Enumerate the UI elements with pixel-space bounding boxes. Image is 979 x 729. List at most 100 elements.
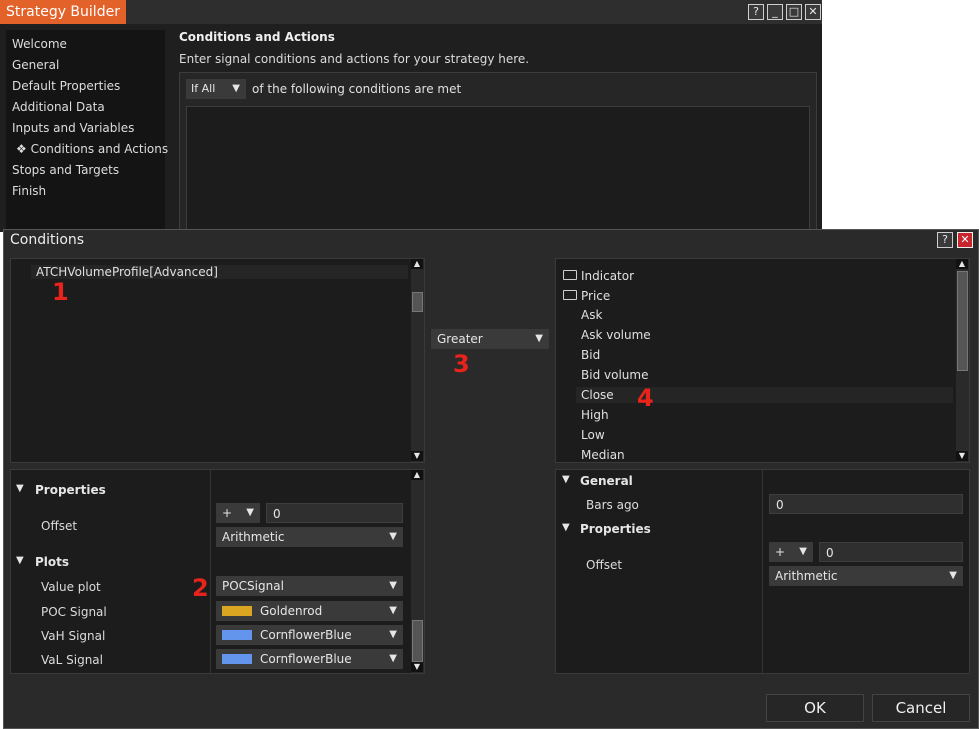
chevron-down-icon: ▼ (535, 333, 543, 344)
right-offset-mode-select[interactable]: Arithmetic ▼ (769, 566, 963, 586)
tree-item-high[interactable]: High (581, 408, 609, 422)
right-pane-scroll-thumb[interactable] (957, 271, 968, 371)
collapse-triangle-icon[interactable]: ▼ (16, 555, 24, 566)
vah-color-value: CornflowerBlue (260, 628, 352, 642)
if-all-caption: of the following conditions are met (252, 82, 462, 96)
general-group-label: General (580, 474, 633, 488)
operator-value: Greater (437, 332, 483, 346)
ok-button[interactable]: OK (766, 694, 864, 722)
nav-finish[interactable]: Finish (6, 181, 165, 202)
collapse-triangle-icon[interactable]: ▼ (16, 483, 24, 494)
if-all-select[interactable]: If All ▼ (186, 79, 246, 99)
right-offset-sign-select[interactable]: + ▼ (769, 542, 813, 562)
nav-default-properties[interactable]: Default Properties (6, 76, 165, 97)
tree-item-median[interactable]: Median (581, 448, 625, 462)
section-heading: Conditions and Actions (179, 30, 335, 44)
close-button[interactable]: ✕ (805, 4, 821, 20)
tree-item-bid-volume[interactable]: Bid volume (581, 368, 648, 382)
right-value-pane (555, 258, 970, 463)
left-pane-scroll-thumb[interactable] (412, 292, 423, 312)
nav-inputs-and-variables[interactable]: Inputs and Variables (6, 118, 165, 139)
offset-sign-select[interactable]: + ▼ (216, 503, 260, 523)
property-grid-divider (762, 470, 763, 673)
tree-item-bid[interactable]: Bid (581, 348, 600, 362)
nav-stops-and-targets[interactable]: Stops and Targets (6, 160, 165, 181)
selected-row-highlight (576, 387, 953, 403)
dialog-title: Conditions (10, 232, 85, 248)
collapse-triangle-icon[interactable]: ▼ (562, 474, 570, 485)
annotation-3: 3 (453, 350, 470, 378)
folder-open-icon (563, 290, 577, 300)
cancel-button[interactable]: Cancel (872, 694, 970, 722)
collapse-triangle-icon[interactable]: ▼ (562, 522, 570, 533)
annotation-4: 4 (637, 384, 654, 412)
val-color-value: CornflowerBlue (260, 652, 352, 666)
tree-folder-indicator[interactable]: Indicator (581, 269, 634, 283)
value-plot-label: Value plot (41, 580, 101, 594)
properties-group-label: Properties (35, 483, 106, 497)
conditions-list-area (186, 106, 810, 232)
tree-item-ask[interactable]: Ask (581, 308, 602, 322)
scroll-up-icon[interactable]: ▲ (411, 259, 423, 269)
operator-select[interactable]: Greater ▼ (431, 329, 549, 349)
dialog-help-button[interactable]: ? (937, 232, 953, 248)
chevron-down-icon: ▼ (232, 83, 240, 94)
tree-folder-price[interactable]: Price (581, 289, 610, 303)
annotation-1: 1 (52, 278, 69, 306)
poc-signal-label: POC Signal (41, 605, 107, 619)
help-button[interactable]: ? (748, 4, 764, 20)
vah-signal-label: VaH Signal (41, 629, 106, 643)
chevron-down-icon: ▼ (799, 546, 807, 557)
folder-icon (563, 270, 577, 280)
value-plot-value: POCSignal (222, 579, 284, 593)
bars-ago-input[interactable]: 0 (769, 494, 963, 514)
wizard-nav: Welcome General Default Properties Addit… (6, 30, 168, 232)
left-props-scroll-thumb[interactable] (412, 620, 423, 662)
maximize-button[interactable]: □ (786, 4, 802, 20)
scroll-up-icon[interactable]: ▲ (411, 470, 423, 480)
offset-mode-value: Arithmetic (222, 530, 285, 544)
offset-label: Offset (41, 519, 78, 533)
val-color-select[interactable]: CornflowerBlue ▼ (216, 649, 403, 669)
cornflowerblue-swatch (222, 630, 252, 640)
poc-color-select[interactable]: Goldenrod ▼ (216, 601, 403, 621)
chevron-down-icon: ▼ (389, 629, 397, 640)
scroll-up-icon[interactable]: ▲ (956, 259, 968, 269)
tree-item-close[interactable]: Close (581, 388, 614, 402)
goldenrod-swatch (222, 606, 252, 616)
minimize-button[interactable]: _ (767, 4, 783, 20)
chevron-down-icon: ▼ (389, 531, 397, 542)
left-indicator-item[interactable]: ATCHVolumeProfile[Advanced] (36, 265, 218, 279)
scroll-down-icon[interactable]: ▼ (411, 662, 423, 672)
chevron-down-icon: ▼ (389, 580, 397, 591)
left-pane-scrollbar[interactable] (411, 259, 424, 462)
right-offset-value-input[interactable]: 0 (819, 542, 963, 562)
value-plot-select[interactable]: POCSignal ▼ (216, 576, 403, 596)
scroll-down-icon[interactable]: ▼ (411, 451, 423, 461)
nav-general[interactable]: General (6, 55, 165, 76)
offset-mode-select[interactable]: Arithmetic ▼ (216, 527, 403, 547)
bars-ago-label: Bars ago (586, 498, 639, 512)
left-indicator-pane (10, 258, 425, 463)
scroll-down-icon[interactable]: ▼ (956, 451, 968, 461)
chevron-down-icon: ▼ (246, 507, 254, 518)
right-offset-mode-value: Arithmetic (775, 569, 838, 583)
poc-color-value: Goldenrod (260, 604, 323, 618)
offset-sign-value: + (222, 506, 233, 520)
vah-color-select[interactable]: CornflowerBlue ▼ (216, 625, 403, 645)
annotation-2: 2 (192, 574, 209, 602)
right-offset-label: Offset (586, 558, 623, 572)
property-grid-divider (210, 470, 211, 673)
nav-conditions-and-actions[interactable]: ❖ Conditions and Actions (6, 139, 168, 160)
dialog-close-button[interactable]: ✕ (957, 232, 973, 248)
if-all-value: If All (191, 82, 216, 95)
nav-additional-data[interactable]: Additional Data (6, 97, 165, 118)
nav-welcome[interactable]: Welcome (6, 34, 165, 55)
plots-group-label: Plots (35, 555, 70, 569)
right-properties-group-label: Properties (580, 522, 651, 536)
right-offset-sign-value: + (775, 545, 786, 559)
chevron-down-icon: ▼ (949, 570, 957, 581)
tree-item-ask-volume[interactable]: Ask volume (581, 328, 651, 342)
tree-item-low[interactable]: Low (581, 428, 605, 442)
offset-value-input[interactable]: 0 (266, 503, 403, 523)
